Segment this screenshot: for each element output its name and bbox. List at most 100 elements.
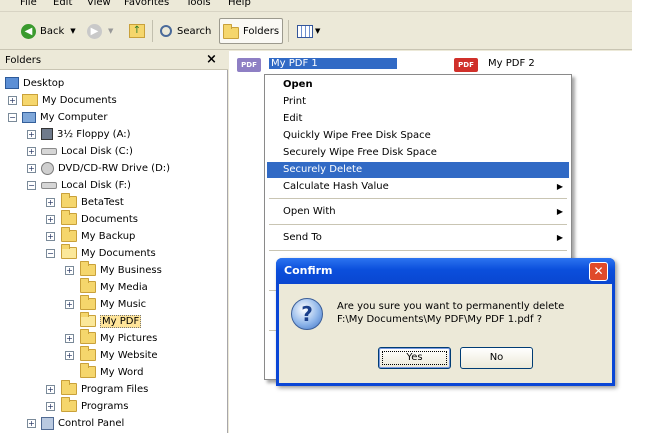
menu-item-open[interactable]: Open [267, 77, 569, 93]
tree-item-desktop[interactable]: Desktop [5, 75, 64, 91]
expand-icon[interactable]: + [27, 164, 36, 173]
forward-button[interactable]: ▶ ▼ [84, 18, 116, 44]
submenu-arrow-icon: ▶ [556, 207, 563, 216]
tree-item-my-pdf[interactable]: My PDF [80, 312, 142, 329]
search-icon [160, 25, 172, 37]
expand-icon[interactable]: + [65, 266, 74, 275]
menu-item-send-to[interactable]: Send To ▶ [267, 230, 569, 246]
tree-item-my-music[interactable]: My Music [80, 295, 146, 312]
file-item-my-pdf-1[interactable]: PDF My PDF 1 [237, 58, 397, 72]
menu-item-quick-wipe[interactable]: Quickly Wipe Free Disk Space [267, 128, 569, 144]
tree-item-floppy[interactable]: 3½ Floppy (A:) [41, 126, 131, 142]
menu-item-label: Calculate Hash Value [283, 181, 389, 192]
tree-item-label: Local Disk (F:) [61, 179, 131, 191]
tree-item-my-website[interactable]: My Website [80, 346, 158, 363]
page-margin [632, 0, 650, 433]
menu-item-print[interactable]: Print [267, 94, 569, 110]
tree-item-my-media[interactable]: My Media [80, 278, 148, 295]
no-button-label: No [489, 352, 504, 363]
tree-item-programs[interactable]: Programs [61, 397, 129, 414]
folder-icon [80, 329, 96, 344]
tree-item-my-computer[interactable]: My Computer [22, 109, 107, 125]
menu-item-label: Send To [283, 232, 322, 243]
tree-item-label: Control Panel [58, 417, 125, 429]
menu-item-calculate-hash[interactable]: Calculate Hash Value ▶ [267, 179, 569, 195]
expand-icon[interactable]: + [65, 334, 74, 343]
expand-icon[interactable]: + [46, 232, 55, 241]
tree-item-control-panel[interactable]: Control Panel [41, 415, 124, 431]
folder-icon [80, 278, 96, 293]
expand-icon[interactable]: + [46, 402, 55, 411]
tree-item-my-documents-f[interactable]: My Documents [61, 244, 156, 261]
menu-tools[interactable]: Tools [186, 0, 211, 8]
expand-icon[interactable]: + [46, 385, 55, 394]
tree-item-local-disk-c[interactable]: Local Disk (C:) [41, 143, 133, 159]
forward-dropdown-icon: ▼ [108, 27, 114, 35]
expand-icon[interactable]: + [8, 96, 17, 105]
dialog-message-line: Are you sure you want to permanently del… [337, 301, 565, 312]
folders-button[interactable]: Folders [219, 18, 283, 44]
expand-icon[interactable]: + [27, 147, 36, 156]
back-arrow-icon: ◀ [21, 23, 36, 39]
menu-separator [269, 250, 567, 251]
tree-item-betatest[interactable]: BetaTest [61, 193, 124, 210]
tree-item-label: Documents [81, 213, 139, 225]
expand-icon[interactable]: + [46, 198, 55, 207]
folder-icon [61, 397, 77, 412]
tree-item-program-files[interactable]: Program Files [61, 380, 149, 397]
folders-label: Folders [243, 25, 280, 37]
tree-item-label: Programs [81, 400, 129, 412]
tree-item-label: My Backup [81, 230, 136, 242]
expand-icon[interactable]: + [65, 300, 74, 309]
menu-edit[interactable]: Edit [53, 0, 72, 8]
file-item-my-pdf-2[interactable]: PDF My PDF 2 [454, 58, 537, 72]
tree-item-my-pictures[interactable]: My Pictures [80, 329, 157, 346]
toolbar-separator [288, 20, 289, 42]
views-button[interactable]: ▼ [294, 18, 323, 44]
submenu-arrow-icon: ▶ [556, 182, 563, 191]
menu-item-secure-wipe[interactable]: Securely Wipe Free Disk Space [267, 145, 569, 161]
collapse-icon[interactable]: − [8, 113, 17, 122]
menu-favorites[interactable]: Favorites [124, 0, 169, 8]
expand-icon[interactable]: + [46, 215, 55, 224]
expand-icon[interactable]: + [27, 130, 36, 139]
collapse-icon[interactable]: − [46, 249, 55, 258]
up-folder-button[interactable]: ↑ [126, 18, 148, 44]
close-icon[interactable]: × [206, 52, 217, 67]
tree-item-dvd-drive[interactable]: DVD/CD-RW Drive (D:) [41, 160, 170, 176]
expand-icon[interactable]: + [27, 419, 36, 428]
open-folder-icon [61, 244, 77, 259]
menu-file[interactable]: File [20, 0, 37, 8]
folder-icon [80, 363, 96, 378]
forward-arrow-icon: ▶ [87, 23, 102, 39]
open-folder-icon [80, 312, 96, 327]
tree-item-my-documents[interactable]: My Documents [22, 92, 117, 108]
menu-item-open-with[interactable]: Open With ▶ [267, 204, 569, 220]
toolbar: ◀ Back ▼ ▶ ▼ ↑ Search Folders ▼ [0, 13, 632, 50]
menu-item-label: Open With [283, 206, 336, 217]
menu-view[interactable]: View [87, 0, 111, 8]
yes-button[interactable]: Yes [378, 347, 451, 369]
search-button[interactable]: Search [157, 18, 214, 44]
menu-item-securely-delete[interactable]: Securely Delete [267, 162, 569, 178]
menu-help[interactable]: Help [228, 0, 251, 8]
tree-item-label: Desktop [23, 77, 65, 89]
back-button[interactable]: ◀ Back ▼ [18, 18, 79, 44]
folder-icon [80, 295, 96, 310]
tree-item-label: Program Files [81, 383, 149, 395]
tree-item-my-business[interactable]: My Business [80, 261, 162, 278]
menu-bar: File Edit View Favorites Tools Help [0, 0, 632, 12]
tree-item-local-disk-f[interactable]: Local Disk (F:) [41, 177, 131, 193]
dialog-titlebar[interactable]: Confirm ✕ [276, 258, 615, 284]
dialog-message: Are you sure you want to permanently del… [337, 300, 607, 326]
expand-icon[interactable]: + [65, 351, 74, 360]
no-button[interactable]: No [460, 347, 533, 369]
tree-item-documents[interactable]: Documents [61, 210, 139, 227]
close-icon[interactable]: ✕ [589, 262, 608, 281]
menu-item-edit[interactable]: Edit [267, 111, 569, 127]
tree-item-my-word[interactable]: My Word [80, 363, 143, 380]
collapse-icon[interactable]: − [27, 181, 36, 190]
folder-icon [61, 193, 77, 208]
back-dropdown-icon: ▼ [70, 27, 76, 35]
tree-item-my-backup[interactable]: My Backup [61, 227, 136, 244]
